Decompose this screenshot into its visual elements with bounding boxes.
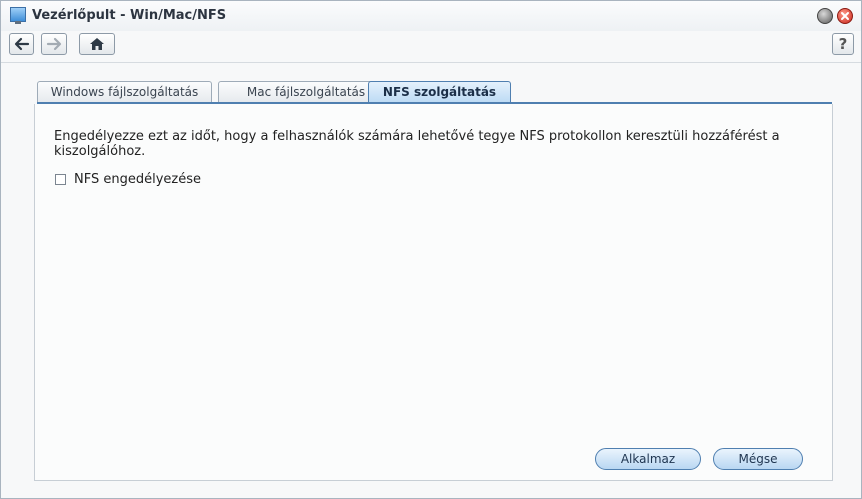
arrow-right-icon [46,37,62,51]
arrow-left-icon [14,37,29,51]
home-icon [90,38,104,50]
tab-windows-file-service[interactable]: Windows fájlszolgáltatás [37,81,212,102]
toolbar: ? [1,31,861,61]
apply-button[interactable]: Alkalmaz [595,448,701,470]
close-icon [841,12,849,20]
tab-bar: Windows fájlszolgáltatás Mac fájlszolgál… [37,81,837,103]
control-panel-window: Vezérlőpult - Win/Mac/NFS ? Windows fájl… [0,0,862,499]
minimize-button[interactable] [817,8,833,24]
back-button[interactable] [9,33,34,55]
nfs-description: Engedélyezze ezt az időt, hogy a felhasz… [54,129,780,159]
home-button[interactable] [79,33,115,55]
help-button[interactable]: ? [832,33,854,55]
enable-nfs-row[interactable]: NFS engedélyezése [55,172,201,187]
cancel-button[interactable]: Mégse [713,448,803,470]
control-panel-icon [10,7,26,24]
tab-nfs-service[interactable]: NFS szolgáltatás [368,81,511,103]
toolbar-divider [1,62,861,63]
close-button[interactable] [837,8,853,24]
window-title: Vezérlőpult - Win/Mac/NFS [32,8,227,23]
forward-button[interactable] [41,33,67,55]
title-bar: Vezérlőpult - Win/Mac/NFS [1,1,861,31]
enable-nfs-label[interactable]: NFS engedélyezése [74,172,201,187]
nfs-settings-panel [34,104,833,481]
enable-nfs-checkbox[interactable] [55,174,66,185]
